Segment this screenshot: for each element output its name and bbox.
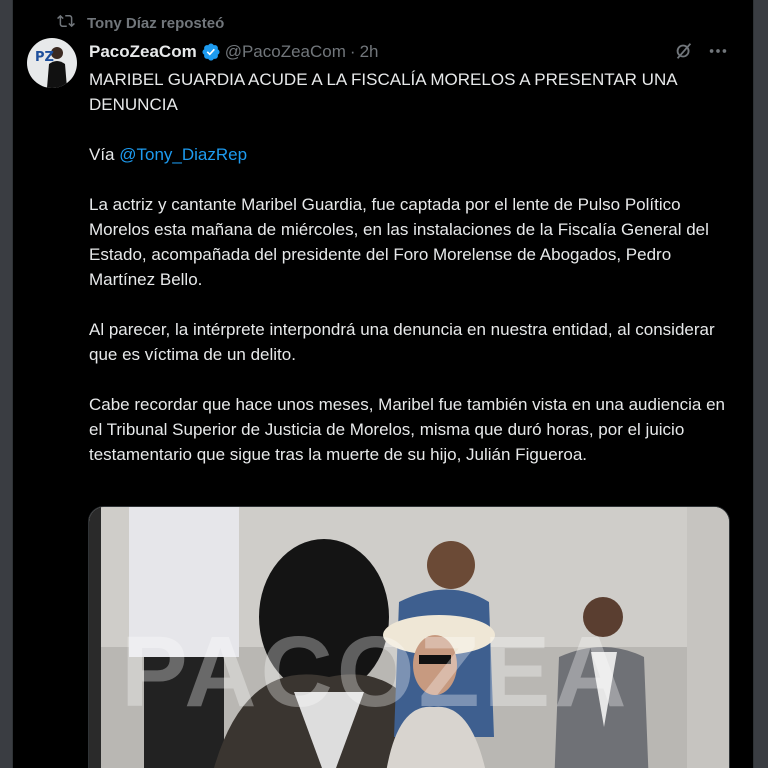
separator-dot: · (349, 42, 356, 61)
via-prefix: Vía (89, 145, 120, 164)
avatar-logo: PZ (35, 50, 54, 65)
post-text: MARIBEL GUARDIA ACUDE A LA FISCALÍA MORE… (89, 67, 733, 467)
author-name[interactable]: PacoZeaCom (89, 42, 197, 62)
grok-icon[interactable] (673, 40, 695, 67)
post-headline: MARIBEL GUARDIA ACUDE A LA FISCALÍA MORE… (89, 70, 677, 114)
more-options-icon[interactable] (707, 40, 729, 67)
mention-link[interactable]: @Tony_DiazRep (119, 145, 247, 164)
repost-indicator[interactable]: Tony Díaz reposteó (57, 12, 224, 34)
via-line: Vía @Tony_DiazRep (89, 142, 733, 167)
repost-label: Tony Díaz reposteó (87, 14, 225, 32)
post-paragraph-2: Al parecer, la intérprete interpondrá un… (89, 320, 715, 364)
author-handle[interactable]: @PacoZeaCom (225, 42, 346, 62)
post-paragraph-3: Cabe recordar que hace unos meses, Marib… (89, 395, 725, 464)
post-actions (673, 40, 729, 67)
verified-badge-icon (202, 43, 220, 61)
post-header: PacoZeaCom @PacoZeaCom · 2h (89, 40, 733, 64)
repost-icon (57, 12, 87, 34)
avatar[interactable]: PZ (27, 38, 77, 88)
post-image[interactable]: PACOZEA (88, 506, 730, 768)
image-watermark: PACOZEA (121, 616, 631, 728)
post-time[interactable]: 2h (360, 42, 379, 62)
post-container: Tony Díaz reposteó PZ PacoZeaCom @PacoZe… (12, 0, 754, 768)
post-paragraph-1: La actriz y cantante Maribel Guardia, fu… (89, 195, 709, 289)
